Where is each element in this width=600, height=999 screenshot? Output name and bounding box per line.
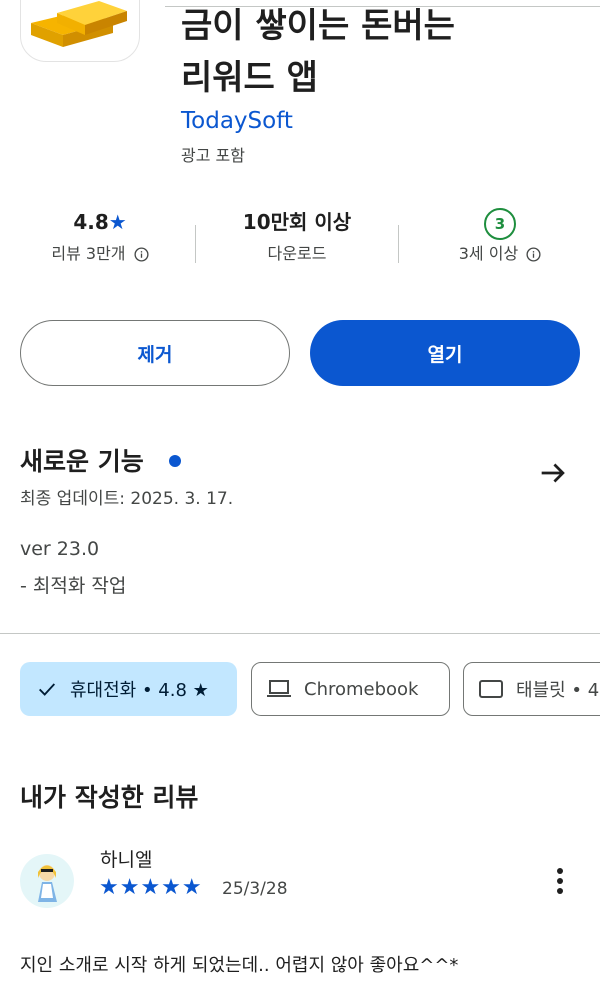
review-text: 지인 소개로 시작 하게 되었는데.. 어렵지 않아 좋아요^^* bbox=[20, 955, 459, 976]
avatar-illustration bbox=[38, 865, 57, 902]
info-icon bbox=[134, 247, 149, 262]
content-rating-stat[interactable]: 3 3세 이상 bbox=[400, 205, 600, 269]
rating-value: 4.8 bbox=[73, 210, 109, 234]
review-date: 25/3/28 bbox=[222, 879, 288, 899]
gold-bars-icon bbox=[31, 1, 127, 47]
rating-label: 리뷰 3만개 bbox=[51, 244, 126, 263]
device-chip-phone-label: 휴대전화 • 4.8 ★ bbox=[70, 680, 209, 701]
rating-stat[interactable]: 4.8★ 리뷰 3만개 bbox=[0, 205, 200, 269]
device-chip-chromebook-label: Chromebook bbox=[304, 678, 419, 700]
app-title-line-1: 금이 쌓이는 돈버는 bbox=[181, 6, 455, 46]
downloads-label: 다운로드 bbox=[267, 244, 327, 263]
check-icon bbox=[39, 683, 56, 696]
review-star-rating: ★★★★★ bbox=[99, 875, 203, 900]
arrow-right-icon[interactable] bbox=[536, 456, 570, 490]
my-review-title: 내가 작성한 리뷰 bbox=[20, 783, 199, 812]
info-icon bbox=[526, 247, 541, 262]
stat-divider bbox=[195, 225, 196, 263]
contains-ads-label: 광고 포함 bbox=[181, 146, 245, 165]
uninstall-button[interactable]: 제거 bbox=[20, 320, 290, 386]
last-updated-text: 최종 업데이트: 2025. 3. 17. bbox=[20, 489, 234, 509]
app-icon bbox=[20, 0, 140, 62]
section-divider bbox=[0, 633, 600, 634]
whats-new-title: 새로운 기능 bbox=[20, 447, 144, 476]
open-button[interactable]: 열기 bbox=[310, 320, 580, 386]
app-title: 금이 쌓이는 돈버는 리워드 앱 bbox=[181, 0, 581, 104]
tablet-icon bbox=[479, 680, 503, 698]
reviewer-name: 하니엘 bbox=[100, 849, 153, 871]
device-chip-chromebook[interactable]: Chromebook bbox=[251, 662, 450, 716]
more-vert-icon[interactable] bbox=[549, 866, 571, 898]
avatar bbox=[20, 854, 74, 908]
new-indicator-dot bbox=[169, 455, 181, 467]
age-rating-badge: 3 bbox=[484, 208, 516, 240]
star-icon: ★ bbox=[108, 210, 127, 234]
device-chip-phone[interactable]: 휴대전화 • 4.8 ★ bbox=[20, 662, 237, 716]
laptop-icon bbox=[267, 680, 291, 697]
app-stats: 4.8★ 리뷰 3만개 10만회 이상 다운로드 3 3세 이상 bbox=[0, 205, 600, 275]
device-chip-tablet[interactable]: 태블릿 • 4 bbox=[463, 662, 600, 716]
device-chip-tablet-label: 태블릿 • 4 bbox=[516, 680, 600, 701]
downloads-value: 10만회 이상 bbox=[242, 210, 352, 234]
downloads-stat: 10만회 이상 다운로드 bbox=[197, 205, 397, 269]
release-notes-text: - 최적화 작업 bbox=[20, 575, 127, 597]
app-title-line-2: 리워드 앱 bbox=[181, 58, 318, 98]
age-rating-label: 3세 이상 bbox=[458, 244, 519, 263]
stat-divider bbox=[398, 225, 399, 263]
developer-link[interactable]: TodaySoft bbox=[181, 108, 293, 134]
release-version-text: ver 23.0 bbox=[20, 538, 100, 560]
